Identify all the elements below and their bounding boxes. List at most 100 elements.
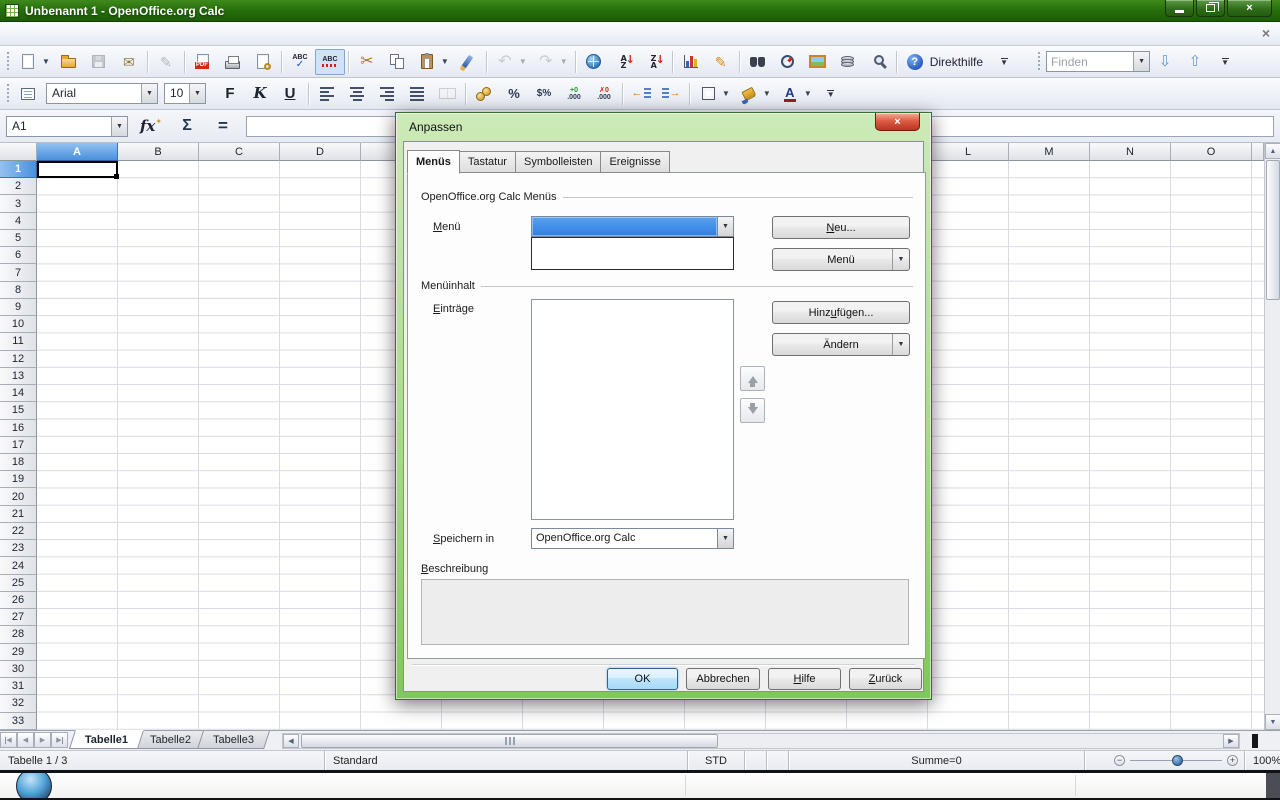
save-in-combobox[interactable]: OpenOffice.org Calc ▼ [531, 528, 734, 549]
row-header-27[interactable]: 27 [0, 609, 37, 626]
help-button[interactable]: ?Direkthilfe [900, 49, 989, 75]
spellcheck-button[interactable]: ABC✓ [285, 49, 315, 75]
email-button[interactable]: ✉ [114, 49, 144, 75]
move-down-button[interactable] [740, 398, 765, 423]
open-file-button[interactable] [54, 49, 84, 75]
scroll-down-icon[interactable]: ▼ [1265, 714, 1280, 730]
zoom-in-icon[interactable]: + [1227, 755, 1238, 766]
export-pdf-button[interactable]: PDF [188, 49, 218, 75]
modify-button[interactable]: Ändern ▼ [772, 333, 910, 356]
row-header-29[interactable]: 29 [0, 644, 37, 661]
horizontal-scroll-thumb[interactable] [301, 734, 718, 748]
row-header-11[interactable]: 11 [0, 333, 37, 350]
reset-button[interactable]: Zurück [849, 668, 922, 690]
find-input[interactable]: ▼ [1046, 51, 1150, 72]
format-paintbrush-button[interactable] [453, 49, 483, 75]
row-header-28[interactable]: 28 [0, 626, 37, 643]
row-header-31[interactable]: 31 [0, 678, 37, 695]
function-button[interactable]: = [210, 114, 236, 138]
font-size-combobox[interactable]: 10▼ [164, 83, 206, 104]
cancel-button[interactable]: Abbrechen [686, 668, 760, 690]
corner-box[interactable] [0, 143, 37, 161]
row-header-3[interactable]: 3 [0, 195, 37, 212]
first-sheet-button[interactable]: ◀ [0, 732, 17, 748]
row-header-6[interactable]: 6 [0, 247, 37, 264]
auto-spellcheck-button[interactable]: ABC [315, 49, 345, 75]
row-header-1[interactable]: 1 [0, 161, 37, 178]
underline-button[interactable]: U [275, 81, 305, 107]
toolbar-overflow-button[interactable]: ▼ [1210, 49, 1240, 75]
background-color-dropdown-icon[interactable]: ▼ [763, 89, 771, 98]
close-document-icon[interactable]: × [1262, 26, 1270, 40]
tab-menus[interactable]: Menüs [407, 150, 460, 174]
row-header-17[interactable]: 17 [0, 437, 37, 454]
styles-button[interactable] [13, 81, 43, 107]
selection-mode-status[interactable]: STD [688, 751, 745, 770]
insert-chart-button[interactable] [676, 49, 706, 75]
decrease-indent-button[interactable]: ← [626, 81, 656, 107]
sheet-tab-tabelle3[interactable]: Tabelle3 [197, 731, 270, 749]
previous-sheet-button[interactable]: ◀ [17, 732, 34, 748]
split-handle[interactable] [1252, 734, 1258, 748]
row-header-5[interactable]: 5 [0, 230, 37, 247]
new-document-dropdown-icon[interactable]: ▼ [42, 57, 50, 66]
modify-dropdown-icon[interactable]: ▼ [892, 334, 909, 355]
close-button[interactable]: × [1227, 0, 1272, 17]
gallery-button[interactable] [803, 49, 833, 75]
find-input-field[interactable] [1047, 52, 1133, 71]
move-up-button[interactable] [740, 366, 765, 391]
row-header-12[interactable]: 12 [0, 351, 37, 368]
menu-combobox[interactable]: ▼ [531, 216, 734, 237]
merge-cells-button[interactable] [432, 81, 462, 107]
row-header-4[interactable]: 4 [0, 213, 37, 230]
row-header-30[interactable]: 30 [0, 661, 37, 678]
row-header-21[interactable]: 21 [0, 506, 37, 523]
row-header-20[interactable]: 20 [0, 488, 37, 505]
scroll-left-icon[interactable]: ◀ [283, 734, 299, 748]
toolbar-overflow-button[interactable]: ▼ [816, 81, 846, 107]
row-header-25[interactable]: 25 [0, 575, 37, 592]
menu-dropdown-list[interactable] [531, 237, 734, 270]
font-size-dropdown-icon[interactable]: ▼ [189, 84, 205, 103]
navigator-button[interactable] [773, 49, 803, 75]
column-header-N[interactable]: N [1090, 143, 1171, 161]
italic-button[interactable]: K [245, 81, 275, 107]
column-header-O[interactable]: O [1171, 143, 1252, 161]
find-up-button[interactable]: ⇧ [1180, 49, 1210, 75]
page-style-status[interactable]: Standard [325, 751, 688, 770]
font-color-dropdown-icon[interactable]: ▼ [804, 89, 812, 98]
delete-decimal-button[interactable]: ✗0.000 [589, 81, 619, 107]
toolbar-grip-handle[interactable] [5, 52, 10, 72]
cut-button[interactable]: ✂ [352, 49, 382, 75]
align-center-button[interactable] [342, 81, 372, 107]
redo-button[interactable]: ↷▼ [531, 49, 572, 75]
horizontal-scrollbar[interactable]: ◀ ▶ [282, 733, 1240, 749]
page-preview-button[interactable] [248, 49, 278, 75]
ok-button[interactable]: OK [607, 668, 678, 690]
tab-toolbars[interactable]: Symbolleisten [515, 151, 601, 173]
font-name-combobox[interactable]: Arial▼ [46, 83, 158, 104]
edit-file-button[interactable]: ✎ [151, 49, 181, 75]
new-document-button[interactable]: ▼ [13, 49, 54, 75]
paste-button[interactable]: ▼ [412, 49, 453, 75]
window-titlebar[interactable]: Unbenannt 1 - OpenOffice.org Calc × [0, 0, 1280, 22]
function-wizard-button[interactable]: fx✦ [138, 114, 164, 138]
next-sheet-button[interactable]: ▶ [34, 732, 51, 748]
sheet-tab-tabelle2[interactable]: Tabelle2 [134, 731, 207, 749]
borders-dropdown-icon[interactable]: ▼ [722, 89, 730, 98]
standard-format-button[interactable]: $% [529, 81, 559, 107]
undo-dropdown-icon[interactable]: ▼ [519, 57, 527, 66]
row-header-19[interactable]: 19 [0, 471, 37, 488]
hyperlink-button[interactable] [579, 49, 609, 75]
vertical-scrollbar[interactable]: ▲ ▼ [1264, 143, 1280, 730]
font-color-button[interactable]: A▼ [775, 81, 816, 107]
minimize-button[interactable] [1165, 0, 1194, 17]
column-header-B[interactable]: B [118, 143, 199, 161]
copy-button[interactable] [382, 49, 412, 75]
row-header-8[interactable]: 8 [0, 282, 37, 299]
help-button[interactable]: Hilfe [768, 668, 841, 690]
zoom-out-icon[interactable]: − [1114, 755, 1125, 766]
percent-format-button[interactable]: % [499, 81, 529, 107]
zoom-slider[interactable] [1130, 760, 1222, 761]
toolbar-grip-handle[interactable] [1036, 52, 1041, 72]
